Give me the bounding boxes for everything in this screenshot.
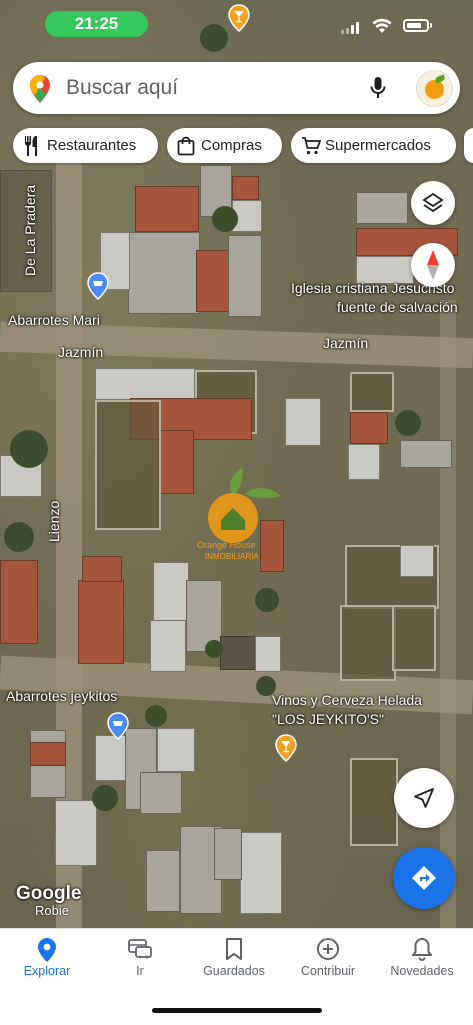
fork-knife-icon xyxy=(25,136,37,156)
location-pin-icon xyxy=(38,938,56,962)
directions-icon xyxy=(412,866,436,890)
shopping-bag-icon xyxy=(177,136,195,156)
search-bar[interactable]: Buscar aquí xyxy=(13,62,460,114)
nav-ir[interactable]: Ir xyxy=(93,929,187,989)
grocery-pin-icon[interactable] xyxy=(107,712,129,745)
cart-icon xyxy=(302,137,321,155)
battery-tip xyxy=(430,23,432,28)
chip-compras[interactable]: Compras xyxy=(167,128,282,163)
navigation-arrow-icon xyxy=(414,788,434,808)
google-logo: Google xyxy=(16,883,82,904)
place-label-vinos[interactable]: Vinos y Cerveza Helada xyxy=(272,692,422,708)
nav-contribuir[interactable]: Contribuir xyxy=(281,929,375,989)
compass-icon xyxy=(427,250,439,280)
status-time: 21:25 xyxy=(45,11,148,37)
plus-circle-icon xyxy=(317,938,339,960)
wifi-icon xyxy=(372,18,392,39)
nav-explorar[interactable]: Explorar xyxy=(0,929,94,989)
mic-icon[interactable] xyxy=(370,76,386,105)
layers-icon xyxy=(422,192,444,213)
nav-label: Ir xyxy=(136,964,144,978)
nav-label: Explorar xyxy=(23,964,71,978)
cellular-signal-icon xyxy=(341,22,361,34)
battery-icon xyxy=(403,19,429,32)
watermark-text: Orange House xyxy=(197,540,256,550)
imagery-credit: Robie xyxy=(35,903,69,918)
place-label-abarrotes-mari[interactable]: Abarrotes Mari xyxy=(8,312,100,328)
place-label-vinos-line2[interactable]: "LOS JEYKITO'S" xyxy=(272,711,384,727)
nav-label: Contribuir xyxy=(300,964,356,978)
orange-house-watermark: Orange House INMOBILIARIA xyxy=(197,468,283,578)
nav-label: Novedades xyxy=(390,964,454,978)
place-label-abarrotes-jeykitos[interactable]: Abarrotes jeykitos xyxy=(6,688,117,704)
place-label-iglesia-line2[interactable]: fuente de salvación xyxy=(337,299,458,315)
chip-restaurantes[interactable]: Restaurantes xyxy=(13,128,158,163)
chip-more[interactable] xyxy=(464,128,473,163)
layers-button[interactable] xyxy=(411,181,455,225)
street-label-jazmin: Jazmín xyxy=(323,335,369,351)
compass-button[interactable] xyxy=(411,243,455,287)
bookmark-icon xyxy=(226,938,242,960)
chip-label: Compras xyxy=(201,137,262,154)
chip-supermercados[interactable]: Supermercados xyxy=(291,128,456,163)
home-indicator xyxy=(152,1008,322,1013)
watermark-subtext: INMOBILIARIA xyxy=(205,552,259,561)
search-input[interactable]: Buscar aquí xyxy=(66,76,178,100)
bell-icon xyxy=(412,938,432,961)
street-label-jazmin: Jazmín xyxy=(58,344,104,360)
directions-button[interactable] xyxy=(393,847,455,909)
maps-logo-icon xyxy=(29,74,51,109)
grocery-pin-icon[interactable] xyxy=(87,272,109,305)
bar-pin-icon[interactable] xyxy=(275,734,297,767)
street-label-lienzo: Lienzo xyxy=(46,500,62,542)
status-bar: 21:25 xyxy=(0,0,473,48)
nav-guardados[interactable]: Guardados xyxy=(187,929,281,989)
avatar[interactable] xyxy=(416,70,453,107)
chip-label: Restaurantes xyxy=(47,137,137,154)
car-icon xyxy=(128,939,152,959)
nav-label: Guardados xyxy=(203,964,265,978)
street-label-de-la-pradera: De La Pradera xyxy=(22,184,38,276)
nav-novedades[interactable]: Novedades xyxy=(375,929,469,989)
my-location-button[interactable] xyxy=(394,768,454,828)
chip-label: Supermercados xyxy=(325,137,431,154)
